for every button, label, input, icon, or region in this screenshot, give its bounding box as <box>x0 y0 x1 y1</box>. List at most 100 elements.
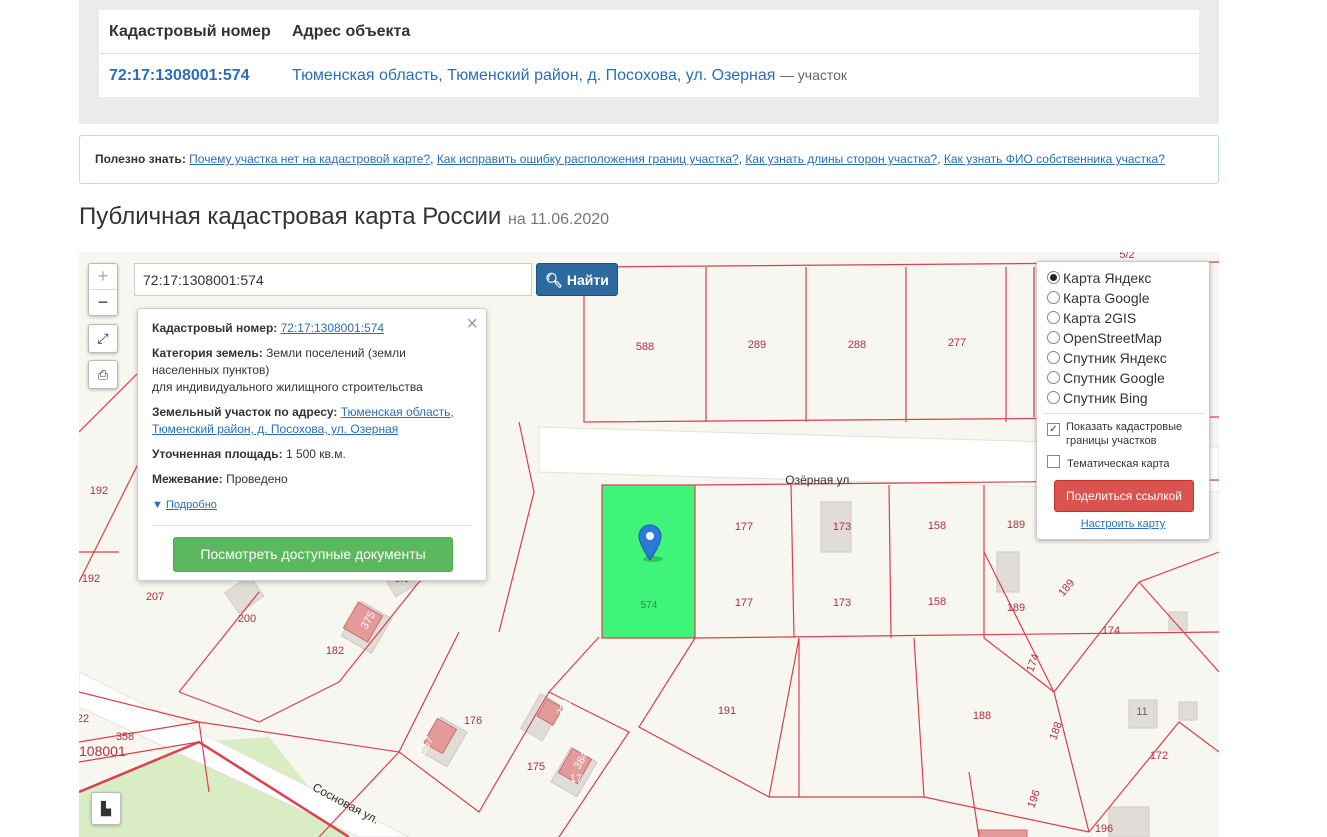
parcel-label: 176 <box>464 715 482 727</box>
close-icon[interactable]: × <box>466 313 478 336</box>
layer-option-sat-yandex[interactable]: Спутник Яндекс <box>1047 348 1167 368</box>
category-use: для индивидуального жилищного строительс… <box>152 380 423 394</box>
info-link-side-lengths[interactable]: Как узнать длины сторон участка? <box>745 152 937 166</box>
parcel-label: 174 <box>1024 652 1042 673</box>
header-cad-number: Кадастровый номер <box>109 23 271 40</box>
layer-label: Карта Яндекс <box>1063 270 1152 286</box>
building <box>1178 701 1198 721</box>
parcel-label: 207 <box>146 591 164 603</box>
parcel-label: 158 <box>928 596 946 608</box>
zoom-control: + − <box>88 263 118 316</box>
parcel-label: 288 <box>848 339 866 351</box>
more-details-toggle[interactable]: ▼ Подробно <box>152 497 462 514</box>
useful-info-bar: Полезно знать: Почему участка нет на кад… <box>79 135 1219 184</box>
parcel-label: 182 <box>326 645 344 657</box>
map-layers-panel: Карта Яндекс Карта Google Карта 2GIS Ope… <box>1036 261 1210 540</box>
search-input[interactable]: 72:17:1308001:574 <box>134 263 532 296</box>
popup-address-row: Земельный участок по адресу: Тюменская о… <box>152 404 462 438</box>
radio-icon <box>1047 331 1060 344</box>
radio-icon <box>1047 291 1060 304</box>
configure-map-link[interactable]: Настроить карту <box>1037 518 1209 530</box>
parcel-label: 158 <box>928 520 946 532</box>
parcel-label: 189 <box>1007 602 1025 614</box>
popup-category-row: Категория земель: Земли поселений (земли… <box>152 345 462 396</box>
cad-label: Кадастровый номер: <box>152 321 278 335</box>
area-value: 1 500 кв.м. <box>285 447 346 461</box>
cad-number-link[interactable]: 72:17:1308001:574 <box>109 54 250 97</box>
layer-option-osm[interactable]: OpenStreetMap <box>1047 328 1162 348</box>
popup-address-link[interactable]: Тюменская область, <box>341 405 454 419</box>
find-button-label: Найти <box>566 272 609 288</box>
show-borders-label: Показать кадастровые <box>1066 421 1183 433</box>
survey-value: Проведено <box>226 472 288 486</box>
parcel-label: 22 <box>79 713 89 725</box>
view-documents-button[interactable]: Посмотреть доступные документы <box>173 537 453 572</box>
fullscreen-icon: ⤢ <box>97 330 109 346</box>
results-table: Кадастровый номер Адрес объекта 72:17:13… <box>99 10 1199 97</box>
page-title-text: Публичная кадастровая карта России <box>79 203 502 230</box>
layer-label: Карта 2GIS <box>1063 310 1137 326</box>
checkbox-checked-icon: ✓ <box>1047 423 1060 436</box>
more-details-link[interactable]: Подробно <box>166 499 217 511</box>
address-link[interactable]: Тюменская область, Тюменский район, д. П… <box>292 67 775 84</box>
building <box>1108 806 1150 837</box>
layer-label: Спутник Яндекс <box>1063 350 1167 366</box>
popup-cad-link[interactable]: 72:17:1308001:574 <box>281 321 384 335</box>
radio-icon <box>1047 371 1060 384</box>
thematic-map-checkbox[interactable]: Тематическая карта <box>1047 455 1170 471</box>
layer-option-sat-bing[interactable]: Спутник Bing <box>1047 388 1148 408</box>
layer-option-yandex[interactable]: Карта Яндекс <box>1047 268 1151 288</box>
parcel-label: 174 <box>1102 625 1120 637</box>
parcel-label: 200 <box>238 613 256 625</box>
header-address: Адрес объекта <box>292 23 411 40</box>
parcel-label: 177 <box>735 597 753 609</box>
layer-label: Карта Google <box>1063 290 1150 306</box>
parcel-label: 289 <box>748 339 766 351</box>
parcel-label: 196 <box>1025 788 1043 809</box>
parcel-label: 189 <box>1056 577 1077 599</box>
layer-option-google[interactable]: Карта Google <box>1047 288 1150 308</box>
ruler-button[interactable]: ▙ <box>91 792 121 825</box>
fullscreen-button[interactable]: ⤢ <box>88 324 118 353</box>
layer-label: Спутник Bing <box>1063 390 1148 406</box>
parcel-label: 188 <box>1047 720 1065 741</box>
street-label-ozernaya: Озёрная ул. <box>785 473 852 487</box>
info-link-fix-error[interactable]: Как исправить ошибку расположения границ… <box>437 152 739 166</box>
parcel-label: 358 <box>116 731 134 743</box>
layer-option-2gis[interactable]: Карта 2GIS <box>1047 308 1136 328</box>
parcel-label: 17 <box>570 773 582 785</box>
radio-selected-icon <box>1047 271 1060 284</box>
zoom-in-button[interactable]: + <box>89 264 117 290</box>
layer-option-sat-google[interactable]: Спутник Google <box>1047 368 1165 388</box>
area-label: Уточненная площадь: <box>152 447 283 461</box>
share-link-button[interactable]: Поделиться ссылкой <box>1054 480 1194 512</box>
survey-label: Межевание: <box>152 472 223 486</box>
building-registered <box>978 829 1028 837</box>
parcel-label: 188 <box>973 710 991 722</box>
address-label: Земельный участок по адресу: <box>152 405 338 419</box>
show-borders-checkbox[interactable]: ✓ Показать кадастровые границы участков <box>1047 420 1182 448</box>
find-button[interactable]: 🔍︎ Найти <box>536 263 618 296</box>
show-borders-label-2: границы участков <box>1066 435 1157 447</box>
print-button[interactable]: ⎙ <box>88 360 118 389</box>
checkbox-icon <box>1047 455 1060 468</box>
parcel-label: 196 <box>1095 823 1113 835</box>
parcel-label: 191 <box>718 705 736 717</box>
info-link-owner[interactable]: Как узнать ФИО собственника участка? <box>944 152 1165 166</box>
ruler-icon: ▙ <box>101 801 111 816</box>
radio-icon <box>1047 311 1060 324</box>
parcel-label: 172 <box>1150 750 1168 762</box>
parcel-info-popup: × Кадастровый номер: 72:17:1308001:574 К… <box>137 308 487 581</box>
layer-label: Спутник Google <box>1063 370 1165 386</box>
zoom-out-button[interactable]: − <box>89 290 117 315</box>
popup-address-link-2[interactable]: Тюменский район, д. Посохова, ул. Озерна… <box>152 422 398 436</box>
layers-divider <box>1043 413 1203 414</box>
building <box>996 551 1020 593</box>
info-link-missing[interactable]: Почему участка нет на кадастровой карте? <box>189 152 430 166</box>
thematic-label: Тематическая карта <box>1067 458 1170 470</box>
building <box>1168 611 1188 631</box>
parcel-label: 173 <box>833 597 851 609</box>
cadastral-map[interactable]: 588 289 288 277 5/2 192 192 207 200 182 … <box>79 252 1219 837</box>
popup-divider <box>152 525 472 526</box>
parcel-label: 175 <box>527 761 545 773</box>
